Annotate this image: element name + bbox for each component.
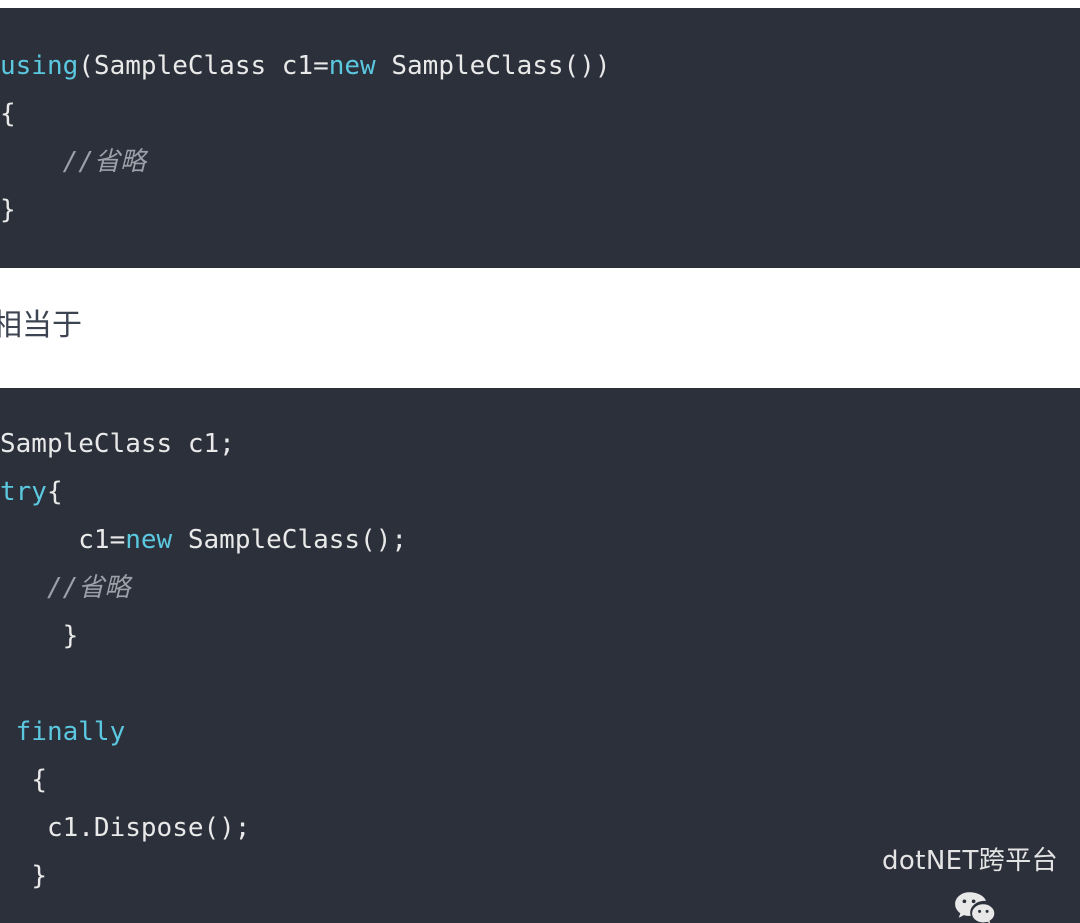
code-token-plain: c1.Dispose(); <box>46 813 251 843</box>
code-token-plain: } <box>62 621 79 651</box>
code-token-keyword: finally <box>15 717 126 747</box>
page-root: using(SampleClass c1=new SampleClass()){… <box>0 0 1080 923</box>
code-line: } <box>0 186 1080 234</box>
code-line: { <box>0 756 1080 804</box>
caption-band: 相当于 <box>0 268 1080 388</box>
watermark: dotNET跨平台 <box>829 837 1058 923</box>
code-line: using(SampleClass c1=new SampleClass()) <box>0 42 1080 90</box>
code-line: finally <box>0 708 1080 756</box>
code-token-plain: c1= <box>78 525 126 555</box>
code-token-keyword: new <box>328 51 376 81</box>
caption-text: 相当于 <box>0 308 82 343</box>
code-line: //省略 <box>0 564 1080 612</box>
code-line: c1=new SampleClass(); <box>0 516 1080 564</box>
code-token-plain: SampleClass(); <box>172 525 408 555</box>
code-token-plain: { <box>31 765 47 795</box>
code-line: } <box>0 612 1080 660</box>
code-token-plain: } <box>0 195 16 225</box>
code-token-keyword: try <box>0 477 47 507</box>
code-token-plain: } <box>31 861 47 891</box>
code-token-keyword: using <box>0 51 79 81</box>
code-line: SampleClass c1; <box>0 420 1080 468</box>
code-token-comment: //省略 <box>62 147 146 177</box>
code-block-using: using(SampleClass c1=new SampleClass()) {… <box>0 8 1080 268</box>
code-token-plain: SampleClass c1; <box>0 429 235 459</box>
code-block-try-finally: SampleClass c1; try{ c1=new SampleClass()… <box>0 388 1080 923</box>
code-token-comment: //省略 <box>46 573 131 603</box>
code-line: { <box>0 90 1080 138</box>
code-token-plain: { <box>46 477 63 507</box>
top-white-strip <box>0 0 1080 8</box>
watermark-label: dotNET跨平台 <box>882 846 1058 876</box>
code-token-keyword: new <box>125 525 173 555</box>
code-token-plain: { <box>0 99 16 129</box>
code-line: try{ <box>0 468 1080 516</box>
wechat-icon <box>829 843 996 923</box>
code-line: //省略 <box>0 138 1080 186</box>
code-token-plain: (SampleClass c1= <box>78 51 329 81</box>
code-token-plain: SampleClass()) <box>375 51 611 81</box>
